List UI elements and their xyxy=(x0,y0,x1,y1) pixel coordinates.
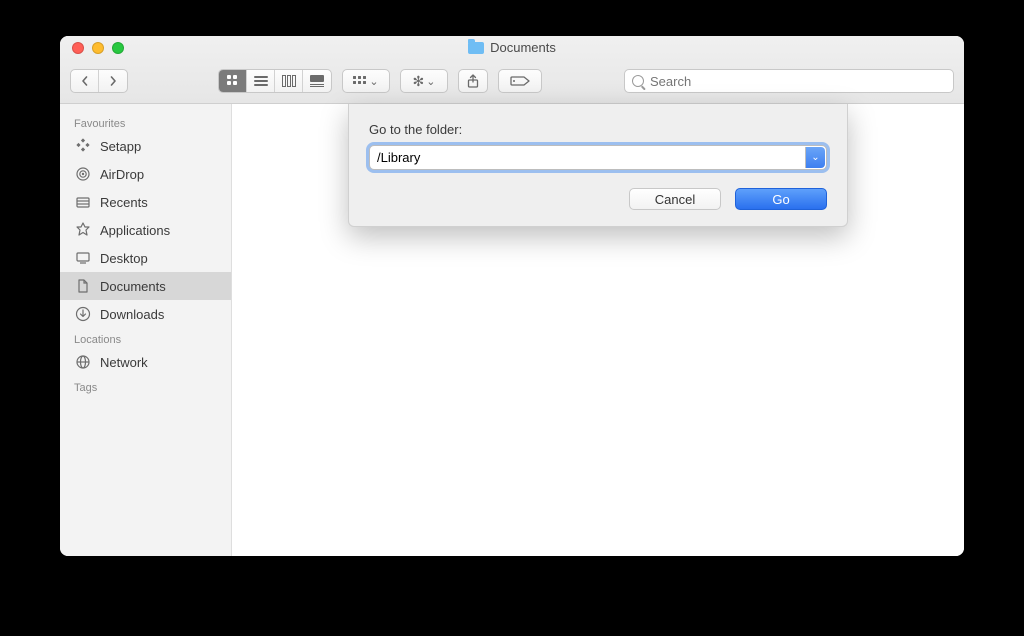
sidebar-item-downloads[interactable]: Downloads xyxy=(60,300,231,328)
sidebar-item-label: Documents xyxy=(100,279,166,294)
sidebar-item-applications[interactable]: Applications xyxy=(60,216,231,244)
view-list-button[interactable] xyxy=(247,70,275,92)
toolbar: ⌄ ✻ ⌄ xyxy=(60,60,964,103)
setapp-icon xyxy=(74,137,92,155)
share-button[interactable] xyxy=(458,69,488,93)
search-field[interactable] xyxy=(624,69,954,93)
titlebar: Documents xyxy=(60,36,964,104)
cancel-button-label: Cancel xyxy=(655,192,695,207)
sidebar-item-label: Applications xyxy=(100,223,170,238)
window-minimize-button[interactable] xyxy=(92,42,104,54)
view-gallery-button[interactable] xyxy=(303,70,331,92)
go-to-folder-sheet: Go to the folder: ⌄ Cancel Go xyxy=(348,104,848,227)
gear-icon: ✻ xyxy=(413,73,425,90)
sidebar-item-documents[interactable]: Documents xyxy=(60,272,231,300)
forward-button[interactable] xyxy=(99,70,127,92)
action-button[interactable]: ✻ ⌄ xyxy=(400,69,448,93)
search-input[interactable] xyxy=(650,74,946,89)
window-title: Documents xyxy=(60,40,964,55)
view-column-button[interactable] xyxy=(275,70,303,92)
chevron-down-icon: ⌄ xyxy=(811,152,819,163)
nav-back-forward xyxy=(70,69,128,93)
sheet-label: Go to the folder: xyxy=(369,122,827,137)
sidebar-item-label: Setapp xyxy=(100,139,141,154)
documents-icon xyxy=(74,277,92,295)
sidebar-section-locations: Locations xyxy=(60,328,231,348)
sidebar-section-favourites: Favourites xyxy=(60,112,231,132)
view-mode-group xyxy=(218,69,332,93)
tag-icon xyxy=(509,75,531,87)
sidebar-item-label: AirDrop xyxy=(100,167,144,182)
columns-icon xyxy=(282,75,296,87)
share-icon xyxy=(467,74,479,88)
arrange-icon xyxy=(353,76,367,86)
sidebar-item-airdrop[interactable]: AirDrop xyxy=(60,160,231,188)
sidebar-item-desktop[interactable]: Desktop xyxy=(60,244,231,272)
cancel-button[interactable]: Cancel xyxy=(629,188,721,210)
network-icon xyxy=(74,353,92,371)
search-icon xyxy=(632,75,644,87)
desktop-icon xyxy=(74,249,92,267)
finder-window: Documents xyxy=(60,36,964,556)
window-close-button[interactable] xyxy=(72,42,84,54)
traffic-lights xyxy=(60,42,124,54)
window-zoom-button[interactable] xyxy=(112,42,124,54)
combobox-arrow-button[interactable]: ⌄ xyxy=(805,147,825,168)
chevron-down-icon: ⌄ xyxy=(369,75,378,88)
folder-path-combobox[interactable]: ⌄ xyxy=(369,145,827,170)
chevron-down-icon: ⌄ xyxy=(426,75,435,88)
folder-path-input[interactable] xyxy=(370,146,826,169)
list-icon xyxy=(254,75,268,87)
folder-icon xyxy=(468,42,484,54)
sidebar-item-setapp[interactable]: Setapp xyxy=(60,132,231,160)
arrange-button[interactable]: ⌄ xyxy=(342,69,390,93)
view-icon-button[interactable] xyxy=(219,70,247,92)
downloads-icon xyxy=(74,305,92,323)
sidebar-item-recents[interactable]: Recents xyxy=(60,188,231,216)
go-button-label: Go xyxy=(772,192,789,207)
grid-icon xyxy=(227,75,239,87)
back-button[interactable] xyxy=(71,70,99,92)
sidebar-item-label: Network xyxy=(100,355,148,370)
sidebar-item-label: Desktop xyxy=(100,251,148,266)
tags-button[interactable] xyxy=(498,69,542,93)
sidebar-item-label: Downloads xyxy=(100,307,164,322)
window-title-text: Documents xyxy=(490,40,556,55)
sidebar-item-label: Recents xyxy=(100,195,148,210)
gallery-icon xyxy=(310,75,324,87)
recents-icon xyxy=(74,193,92,211)
airdrop-icon xyxy=(74,165,92,183)
sidebar-section-tags: Tags xyxy=(60,376,231,396)
sidebar-item-network[interactable]: Network xyxy=(60,348,231,376)
go-button[interactable]: Go xyxy=(735,188,827,210)
applications-icon xyxy=(74,221,92,239)
sidebar: Favourites Setapp AirDrop Recents xyxy=(60,104,232,556)
content-area: Go to the folder: ⌄ Cancel Go xyxy=(232,104,964,556)
